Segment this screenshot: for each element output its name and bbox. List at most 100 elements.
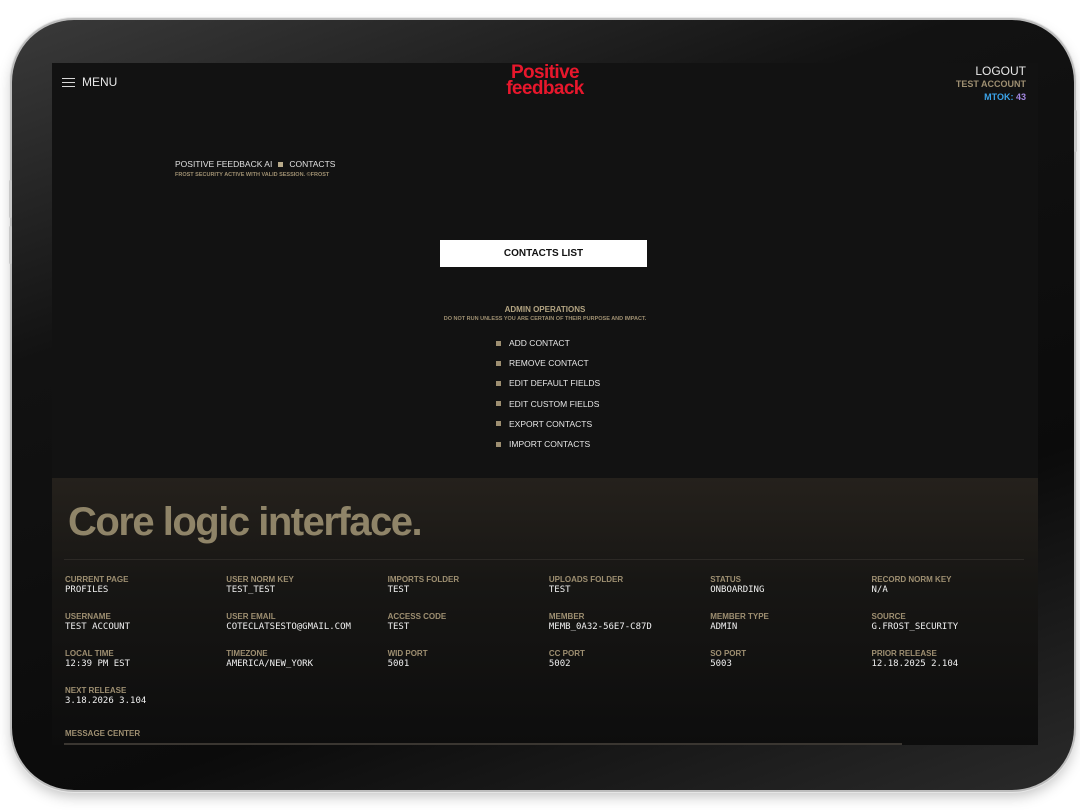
op-export-contacts[interactable]: EXPORT CONTACTS [496,414,600,434]
message-center-label: MESSAGE CENTER [65,729,141,738]
admin-operations-warning: DO NOT RUN UNLESS YOU ARE CERTAIN OF THE… [443,316,647,322]
field-label: RECORD NORM KEY [871,575,952,584]
field-value: TEST [548,585,571,595]
op-edit-default-fields[interactable]: EDIT DEFAULT FIELDS [496,373,600,393]
info-field: LOCAL TIME 12:39 PM EST [65,649,226,669]
field-value: N/A [871,585,888,595]
info-field: USER NORM KEY TEST_TEST [226,575,387,595]
info-field: CURRENT PAGE PROFILES [65,575,226,595]
info-field: IMPORTS FOLDER TEST [388,575,549,595]
field-value: 5001 [387,659,410,669]
bullet-icon [496,340,501,346]
field-label: USER NORM KEY [226,575,294,584]
field-label: NEXT RELEASE [65,686,127,695]
contacts-list-button[interactable]: CONTACTS LIST [440,240,647,267]
info-field: MEMBER TYPE ADMIN [710,612,871,632]
admin-operations-list: ADD CONTACT REMOVE CONTACT EDIT DEFAULT … [496,333,600,454]
breadcrumb-root[interactable]: POSITIVE FEEDBACK AI [175,159,272,169]
field-value: 5003 [710,659,732,669]
info-field: SO PORT 5003 [710,649,871,669]
field-label: USER EMAIL [226,612,276,621]
bullet-icon [496,360,501,366]
panel-divider [64,559,1024,560]
op-label: EDIT CUSTOM FIELDS [509,398,600,409]
mtok-value: 43 [1015,92,1026,102]
mtok-readout: MTOK: 43 [956,92,1026,102]
volume-button [9,226,12,264]
field-value: TEST [387,622,410,632]
op-label: EDIT DEFAULT FIELDS [509,378,601,389]
volume-button [9,180,12,218]
info-field: USERNAME TEST ACCOUNT [65,612,226,632]
panel-title: Core logic interface. [68,500,423,544]
field-value: 5002 [548,659,571,669]
op-add-contact[interactable]: ADD CONTACT [496,333,600,353]
field-label: LOCAL TIME [65,649,114,658]
breadcrumb: POSITIVE FEEDBACK AI CONTACTS [175,159,335,169]
bullet-icon [496,421,501,427]
message-center-bar[interactable] [64,743,902,745]
info-field: RECORD NORM KEY N/A [871,575,1032,595]
breadcrumb-separator-icon [278,161,284,167]
field-label: USERNAME [65,612,111,621]
logo-line-2: feedback [506,78,584,99]
op-edit-custom-fields[interactable]: EDIT CUSTOM FIELDS [496,394,600,414]
field-label: IMPORTS FOLDER [387,575,460,584]
app-screen: MENU Positive feedback LOGOUT TEST ACCOU… [52,63,1038,745]
info-field: PRIOR RELEASE 12.18.2025 2.104 [871,649,1032,669]
field-label: MEMBER TYPE [710,612,769,621]
op-label: ADD CONTACT [509,338,570,349]
field-label: CURRENT PAGE [65,575,129,584]
field-value: ADMIN [710,622,738,632]
info-field: MEMBER MEMB_0A32-56E7-C87D [549,612,710,632]
info-grid: CURRENT PAGE PROFILES USER NORM KEY TEST_T… [65,575,1035,706]
account-area: LOGOUT TEST ACCOUNT MTOK: 43 [956,64,1026,102]
bullet-icon [496,441,501,447]
op-label: REMOVE CONTACT [509,358,589,369]
field-value: PROFILES [65,585,109,595]
info-field: UPLOADS FOLDER TEST [549,575,710,595]
field-value: G.FROST_SECURITY [871,622,959,632]
mtok-label: MTOK: [984,92,1014,102]
field-value: 12:39 PM EST [65,659,131,669]
info-field: NEXT RELEASE 3.18.2026 3.104 [65,686,226,706]
bullet-icon [496,380,501,386]
op-label: EXPORT CONTACTS [509,418,593,429]
info-field: TIMEZONE AMERICA/NEW_YORK [226,649,387,669]
field-label: MEMBER [548,612,585,621]
session-note: FROST SECURITY ACTIVE WITH VALID SESSION… [175,172,330,178]
breadcrumb-current: CONTACTS [289,159,336,169]
field-label: PRIOR RELEASE [871,649,937,658]
info-field: CC PORT 5002 [549,649,710,669]
field-label: WID PORT [387,649,428,658]
field-value: TEST [387,585,410,595]
op-remove-contact[interactable]: REMOVE CONTACT [496,353,600,373]
field-value: 12.18.2025 2.104 [871,659,959,669]
logout-button[interactable]: LOGOUT [956,64,1026,78]
bullet-icon [496,401,501,407]
field-value: TEST ACCOUNT [65,622,131,632]
info-field: STATUS ONBOARDING [710,575,871,595]
field-label: STATUS [710,575,741,584]
info-field: WID PORT 5001 [388,649,549,669]
info-field: USER EMAIL COTECLATSESTO@GMAIL.COM [226,612,387,632]
field-label: TIMEZONE [226,649,268,658]
info-field: ACCESS CODE TEST [388,612,549,632]
power-button [1074,110,1077,152]
core-logic-panel: Core logic interface. CURRENT PAGE PROFIL… [52,478,1038,745]
info-field: SOURCE G.FROST_SECURITY [871,612,1032,632]
account-name: TEST ACCOUNT [955,79,1026,89]
op-label: IMPORT CONTACTS [509,439,591,450]
admin-operations-title: ADMIN OPERATIONS [504,305,586,314]
op-import-contacts[interactable]: IMPORT CONTACTS [496,434,600,454]
field-label: CC PORT [548,649,585,658]
field-value: ONBOARDING [710,585,765,595]
field-value: AMERICA/NEW_YORK [226,659,313,669]
field-value: 3.18.2026 3.104 [65,696,147,706]
field-label: SOURCE [871,612,906,621]
field-label: SO PORT [710,649,747,658]
field-value: COTECLATSESTO@GMAIL.COM [226,622,351,632]
field-value: MEMB_0A32-56E7-C87D [548,622,652,632]
logo[interactable]: Positive feedback [52,63,1038,99]
field-value: TEST_TEST [226,585,276,595]
